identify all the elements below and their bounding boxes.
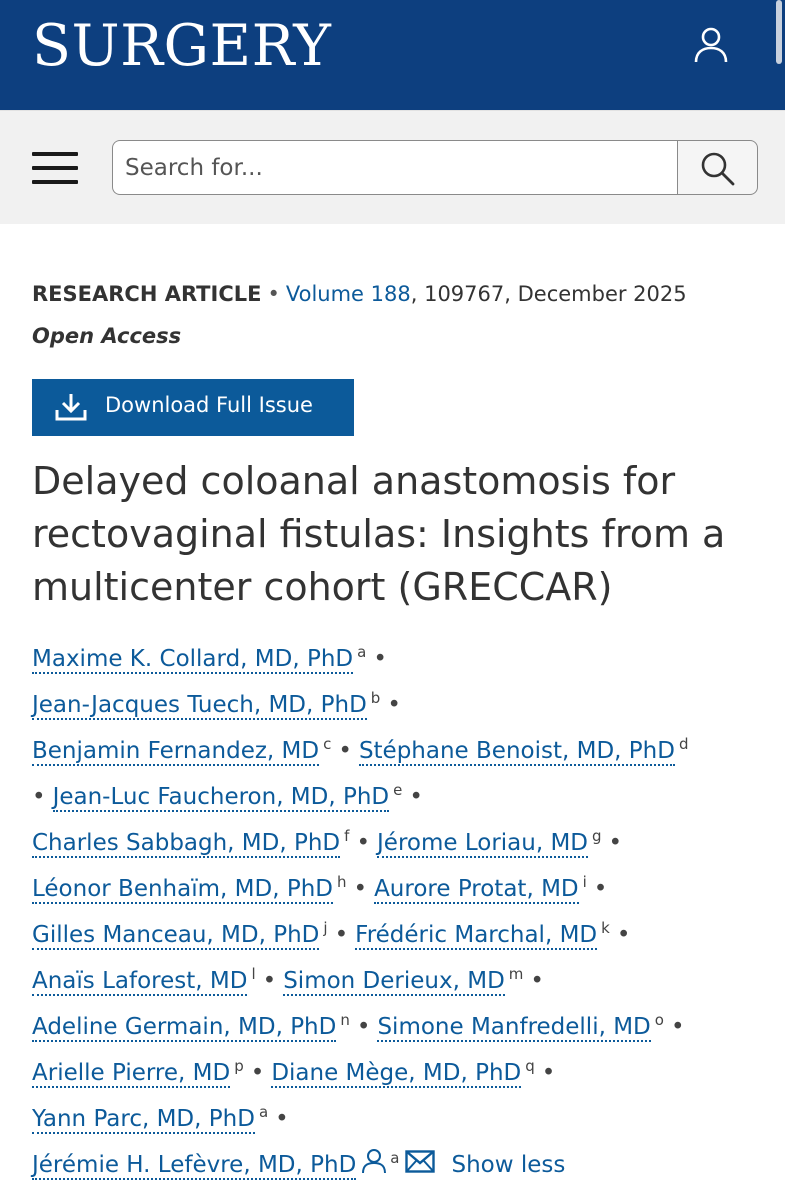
author-separator: • — [338, 738, 352, 764]
affiliation-marker[interactable]: d — [679, 735, 689, 753]
meta-separator: • — [267, 282, 280, 306]
author-separator: • — [387, 692, 401, 718]
author-separator: • — [250, 1060, 265, 1086]
author-link[interactable]: Yann Parc, MD, PhD — [32, 1106, 255, 1134]
affiliation-marker[interactable]: l — [251, 965, 255, 983]
affiliation-marker[interactable]: p — [234, 1057, 244, 1075]
affiliation-marker[interactable]: a — [390, 1149, 399, 1167]
search-icon — [701, 152, 735, 186]
user-icon — [694, 27, 728, 63]
scrollbar-thumb[interactable] — [776, 0, 782, 64]
author-line: Charles Sabbagh, MD, PhD f • Jérome Loriau,… — [32, 816, 772, 862]
author-separator: • — [373, 646, 387, 672]
affiliation-marker[interactable]: j — [323, 919, 327, 937]
volume-link[interactable]: Volume 188 — [286, 282, 411, 306]
author-separator: • — [530, 968, 544, 994]
author-line: Adeline Germain, MD, PhD n • Simone Manfred… — [32, 1000, 772, 1046]
article-type: RESEARCH ARTICLE — [32, 282, 262, 306]
author-line: Léonor Benhaïm, MD, PhD h • Aurore Protat, … — [32, 862, 772, 908]
author-link[interactable]: Benjamin Fernandez, MD — [32, 738, 320, 766]
affiliation-marker[interactable]: a — [357, 643, 366, 661]
author-link[interactable]: Jérémie H. Lefèvre, MD, PhD — [32, 1152, 357, 1180]
affiliation-marker[interactable]: f — [344, 827, 349, 845]
hamburger-menu-icon — [32, 180, 78, 184]
hamburger-menu-icon — [32, 166, 78, 170]
author-link[interactable]: Frédéric Marchal, MD — [355, 922, 598, 950]
hamburger-menu-icon — [32, 152, 78, 156]
author-line: • Jean-Luc Faucheron, MD, PhD e • — [32, 770, 772, 816]
email-author-button[interactable] — [405, 1147, 436, 1187]
journal-logo[interactable]: SURGERY — [32, 10, 331, 82]
download-label: Download Full Issue — [105, 393, 313, 417]
author-link[interactable]: Arielle Pierre, MD — [32, 1060, 231, 1088]
affiliation-marker[interactable]: i — [583, 873, 587, 891]
author-separator: • — [275, 1106, 289, 1132]
affiliation-marker[interactable]: q — [525, 1057, 535, 1075]
search-button[interactable] — [677, 140, 758, 195]
author-line: Benjamin Fernandez, MD c • Stéphane Benoist… — [32, 724, 772, 770]
affiliation-marker[interactable]: o — [655, 1011, 664, 1029]
affiliation-marker[interactable]: c — [323, 735, 331, 753]
author-link[interactable]: Maxime K. Collard, MD, PhD — [32, 646, 354, 674]
author-separator: • — [608, 830, 623, 856]
author-line: Jean-Jacques Tuech, MD, PhD b • — [32, 678, 772, 724]
affiliation-marker[interactable]: a — [259, 1103, 268, 1121]
author-link[interactable]: Léonor Benhaïm, MD, PhD — [32, 876, 333, 904]
author-line: Yann Parc, MD, PhD a • — [32, 1092, 772, 1138]
affiliation-marker[interactable]: g — [592, 827, 602, 845]
author-link[interactable]: Adeline Germain, MD, PhD — [32, 1014, 337, 1042]
author-link[interactable]: Charles Sabbagh, MD, PhD — [32, 830, 341, 858]
author-link[interactable]: Simone Manfredelli, MD — [377, 1014, 651, 1042]
author-list: Maxime K. Collard, MD, PhD a • Jean-Jacque… — [32, 632, 772, 1184]
download-icon — [55, 394, 87, 421]
corresponding-author-button[interactable] — [362, 1147, 387, 1187]
affiliation-marker[interactable]: k — [601, 919, 610, 937]
author-separator: • — [593, 876, 608, 902]
author-separator: • — [356, 1014, 371, 1040]
search-input[interactable] — [112, 140, 678, 195]
author-separator: • — [616, 922, 631, 948]
author-separator: • — [353, 876, 368, 902]
affiliation-marker[interactable]: h — [337, 873, 347, 891]
author-line: Jérémie H. Lefèvre, MD, PhD a Show less — [32, 1138, 772, 1184]
author-link[interactable]: Aurore Protat, MD — [374, 876, 579, 904]
author-separator: • — [541, 1060, 556, 1086]
author-link[interactable]: Stéphane Benoist, MD, PhD — [358, 738, 675, 766]
user-account-button[interactable] — [690, 24, 732, 66]
affiliation-marker[interactable]: e — [393, 781, 402, 799]
author-line: Anaïs Laforest, MD l • Simon Derieux, MD m • — [32, 954, 772, 1000]
author-line: Gilles Manceau, MD, PhD j • Frédéric Marcha… — [32, 908, 772, 954]
affiliation-marker[interactable]: m — [509, 965, 524, 983]
site-header: SURGERY — [0, 0, 785, 110]
download-full-issue-button[interactable]: Download Full Issue — [32, 379, 354, 436]
affiliation-marker[interactable]: n — [340, 1011, 350, 1029]
author-separator: • — [670, 1014, 685, 1040]
author-link[interactable]: Jean-Jacques Tuech, MD, PhD — [32, 692, 367, 720]
author-link[interactable]: Anaïs Laforest, MD — [32, 968, 248, 996]
menu-button[interactable] — [30, 152, 80, 186]
author-link[interactable]: Jean-Luc Faucheron, MD, PhD — [52, 784, 390, 812]
author-separator: • — [409, 784, 423, 810]
author-line: Arielle Pierre, MD p • Diane Mège, MD, PhD q… — [32, 1046, 772, 1092]
article-title: Delayed coloanal anastomosis for rectova… — [32, 459, 726, 609]
author-separator: • — [356, 830, 371, 856]
article-citation: , 109767, December 2025 — [410, 282, 687, 306]
author-separator: • — [262, 968, 277, 994]
author-separator: • — [334, 922, 349, 948]
open-access-label: Open Access — [32, 324, 182, 348]
person-icon — [362, 1149, 387, 1174]
author-separator: • — [32, 784, 46, 810]
envelope-icon — [405, 1150, 436, 1173]
affiliation-marker[interactable]: b — [371, 689, 381, 707]
author-link[interactable]: Diane Mège, MD, PhD — [271, 1060, 522, 1088]
author-link[interactable]: Jérome Loriau, MD — [377, 830, 589, 858]
author-link[interactable]: Simon Derieux, MD — [283, 968, 505, 996]
article-meta: RESEARCH ARTICLE • Volume 188, 109767, Dec… — [32, 279, 687, 309]
author-line: Maxime K. Collard, MD, PhD a • — [32, 632, 772, 678]
author-link[interactable]: Gilles Manceau, MD, PhD — [32, 922, 320, 950]
show-less-button[interactable]: Show less — [451, 1152, 565, 1178]
